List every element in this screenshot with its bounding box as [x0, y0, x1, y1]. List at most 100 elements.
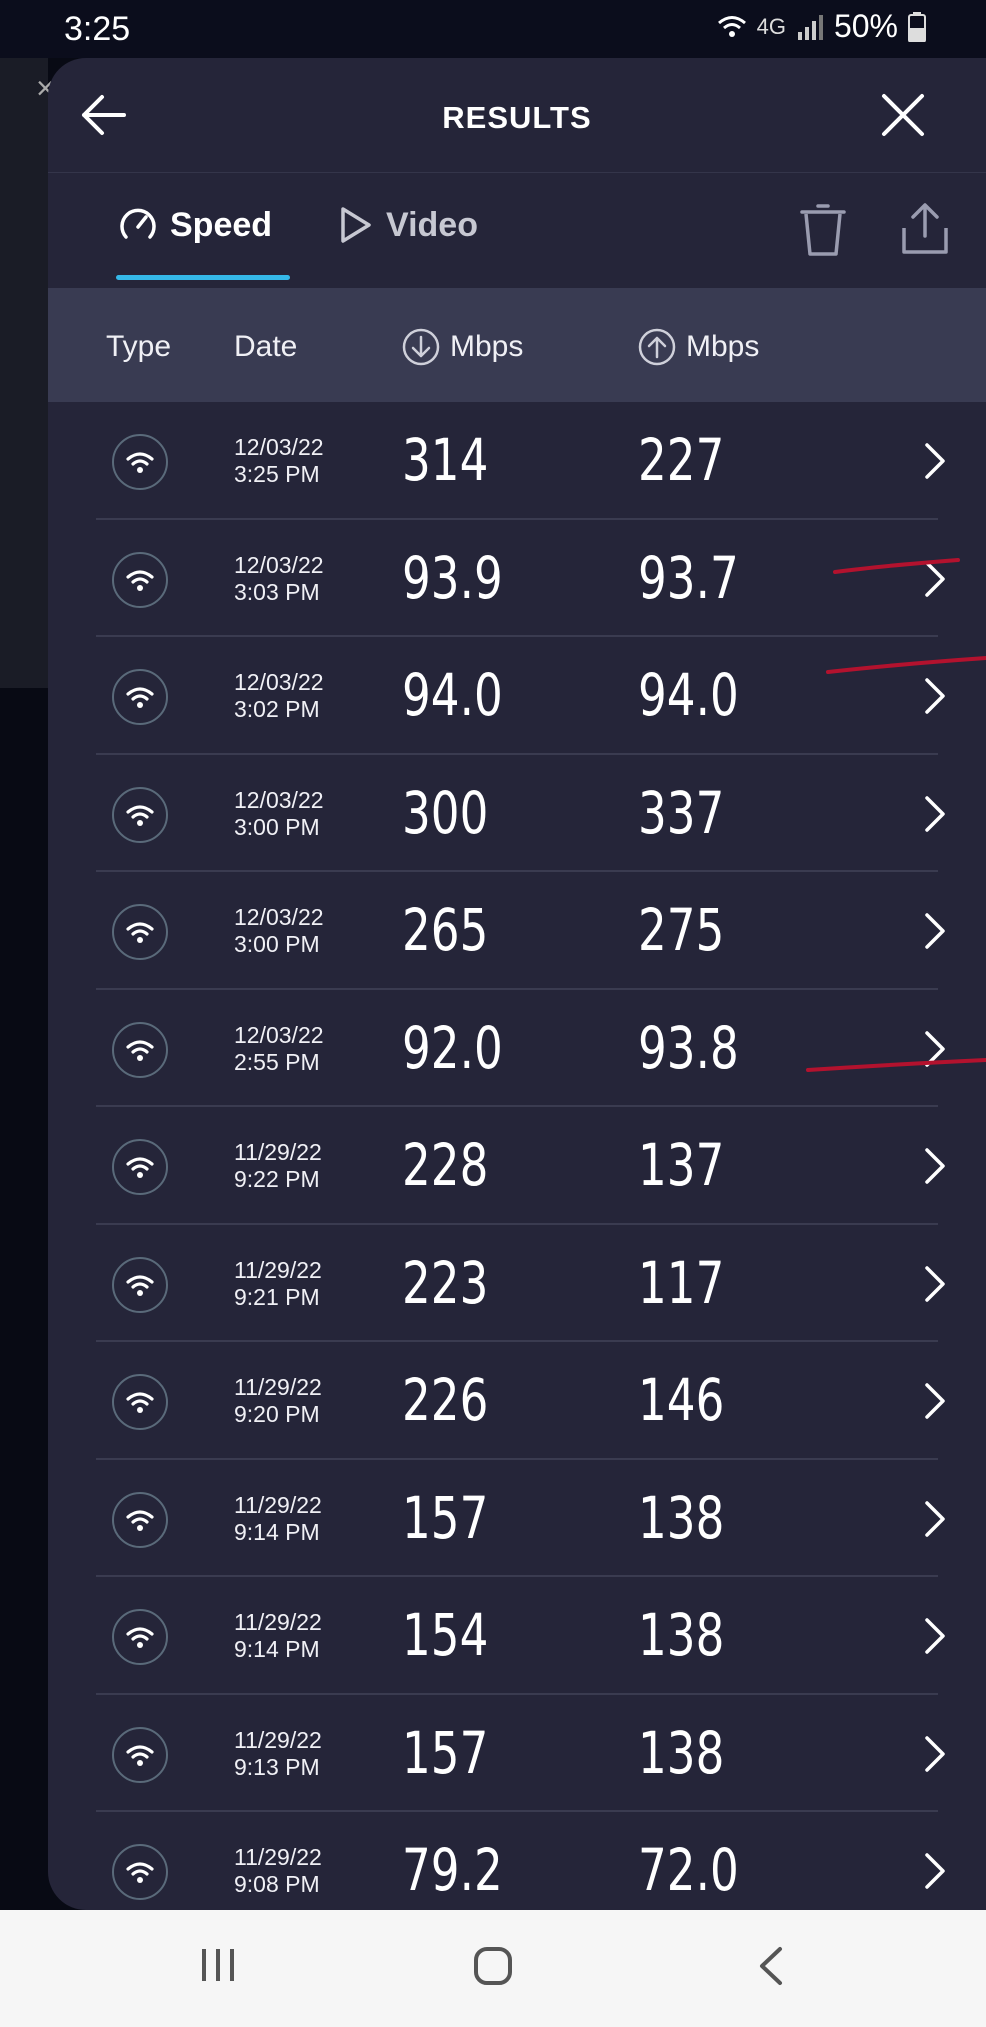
chevron-right-icon: [925, 1265, 945, 1302]
connection-type-badge: [112, 1256, 168, 1313]
wifi-icon: [126, 1039, 154, 1061]
wifi-icon: [126, 1862, 154, 1883]
result-date: 12/03/22: [234, 904, 324, 930]
result-row[interactable]: 12/03/22 3:25 PM 314 227: [48, 402, 986, 520]
column-header: Type Date Mbps Mbps: [48, 288, 986, 402]
tab-video[interactable]: Video: [338, 205, 478, 245]
chevron-right-icon: [925, 1383, 945, 1419]
connection-type-badge: [112, 904, 168, 960]
result-row[interactable]: 11/29/22 9:08 PM 79.2 72.0: [48, 1812, 986, 1910]
download-speed: 157: [402, 1718, 489, 1787]
result-date: 11/29/22: [234, 1139, 322, 1165]
result-time: 9:21 PM: [234, 1283, 320, 1310]
results-list: 12/03/22 3:25 PM 314 227 12/03/22 3:03 PM 93.9…: [48, 402, 986, 1910]
chevron-right-icon: [925, 1853, 945, 1889]
wifi-icon: [126, 922, 154, 943]
system-nav-bar: [0, 1910, 986, 2027]
result-time: 9:08 PM: [234, 1871, 320, 1897]
wifi-status-icon: [717, 15, 746, 37]
result-date: 11/29/22: [234, 1256, 322, 1283]
result-datetime: 12/03/22 3:25 PM: [234, 434, 324, 488]
result-datetime: 11/29/22 9:13 PM: [234, 1727, 322, 1781]
download-speed: 157: [402, 1483, 489, 1552]
result-time: 9:13 PM: [234, 1753, 320, 1780]
connection-type-badge: [112, 1844, 168, 1900]
result-row[interactable]: 12/03/22 3:02 PM 94.0 94.0: [48, 637, 986, 755]
result-datetime: 11/29/22 9:08 PM: [234, 1844, 322, 1898]
result-row[interactable]: 11/29/22 9:13 PM 157 138: [48, 1695, 986, 1813]
download-speed: 94.0: [402, 661, 503, 729]
result-row[interactable]: 12/03/22 3:00 PM 300 337: [48, 755, 986, 873]
column-download: Mbps: [402, 328, 523, 366]
status-time: 3:25: [64, 10, 131, 48]
play-icon: [341, 207, 371, 243]
result-datetime: 12/03/22 3:02 PM: [234, 669, 324, 723]
upload-arrow-icon: [638, 328, 676, 366]
result-time: 3:00 PM: [234, 931, 320, 957]
result-datetime: 12/03/22 2:55 PM: [234, 1022, 324, 1076]
close-button[interactable]: [880, 92, 926, 138]
result-date: 12/03/22: [234, 551, 324, 578]
result-row[interactable]: 11/29/22 9:20 PM 226 146: [48, 1342, 986, 1460]
results-panel: RESULTS Speed Video Type Date Mbps Mbps …: [48, 58, 986, 1910]
connection-type-badge: [112, 551, 168, 608]
background-app-strip: [0, 58, 48, 688]
result-date: 11/29/22: [234, 1609, 322, 1635]
result-time: 9:14 PM: [234, 1636, 320, 1662]
upload-speed: 137: [638, 1131, 725, 1199]
battery-percent: 50%: [833, 8, 898, 44]
result-row[interactable]: 12/03/22 3:03 PM 93.9 93.7: [48, 520, 986, 638]
result-row[interactable]: 11/29/22 9:21 PM 223 117: [48, 1225, 986, 1343]
speedometer-icon: [120, 208, 156, 239]
download-speed: 92.0: [402, 1013, 503, 1082]
connection-type-badge: [112, 434, 168, 490]
result-date: 11/29/22: [234, 1726, 322, 1753]
result-time: 3:00 PM: [234, 813, 320, 840]
upload-speed: 138: [638, 1718, 725, 1787]
back-nav-button[interactable]: [756, 1945, 786, 1987]
upload-speed: 138: [638, 1483, 725, 1552]
upload-speed: 93.8: [638, 1013, 739, 1082]
share-icon[interactable]: [900, 202, 950, 256]
result-row[interactable]: 12/03/22 2:55 PM 92.0 93.8: [48, 990, 986, 1108]
upload-speed: 275: [638, 896, 725, 964]
wifi-icon: [126, 452, 154, 473]
home-button[interactable]: [472, 1945, 514, 1987]
result-row[interactable]: 12/03/22 3:00 PM 265 275: [48, 872, 986, 990]
result-date: 12/03/22: [234, 1021, 324, 1048]
download-speed: 223: [402, 1248, 489, 1317]
wifi-icon: [126, 1274, 154, 1296]
result-date: 11/29/22: [234, 1844, 322, 1870]
tab-speed[interactable]: Speed: [118, 205, 272, 245]
result-date: 12/03/22: [234, 786, 324, 813]
result-row[interactable]: 11/29/22 9:14 PM 154 138: [48, 1577, 986, 1695]
connection-type-badge: [112, 1374, 168, 1430]
result-time: 3:02 PM: [234, 696, 320, 722]
download-speed: 93.9: [402, 543, 503, 612]
chevron-right-icon: [925, 1148, 945, 1184]
trash-icon[interactable]: [800, 204, 846, 258]
result-time: 9:14 PM: [234, 1518, 320, 1545]
active-tab-indicator: [116, 275, 290, 280]
result-time: 3:03 PM: [234, 578, 320, 605]
result-date: 11/29/22: [234, 1374, 322, 1400]
upload-speed: 146: [638, 1366, 725, 1434]
result-time: 9:22 PM: [234, 1166, 320, 1192]
result-row[interactable]: 11/29/22 9:22 PM 228 137: [48, 1107, 986, 1225]
page-title: RESULTS: [442, 100, 592, 135]
status-indicators: 4G 50%: [717, 8, 926, 45]
column-upload: Mbps: [638, 328, 759, 366]
upload-speed: 138: [638, 1601, 725, 1669]
chevron-right-icon: [925, 443, 945, 479]
recent-apps-button[interactable]: [200, 1945, 236, 1985]
wifi-icon: [126, 1157, 154, 1178]
wifi-icon: [126, 1392, 154, 1413]
result-time: 2:55 PM: [234, 1048, 320, 1075]
wifi-icon: [126, 687, 154, 708]
result-datetime: 11/29/22 9:22 PM: [234, 1139, 322, 1193]
result-row[interactable]: 11/29/22 9:14 PM 157 138: [48, 1460, 986, 1578]
upload-speed: 72.0: [638, 1836, 739, 1904]
upload-speed: 94.0: [638, 661, 739, 729]
download-speed: 314: [402, 426, 489, 494]
result-datetime: 12/03/22 3:03 PM: [234, 552, 324, 606]
